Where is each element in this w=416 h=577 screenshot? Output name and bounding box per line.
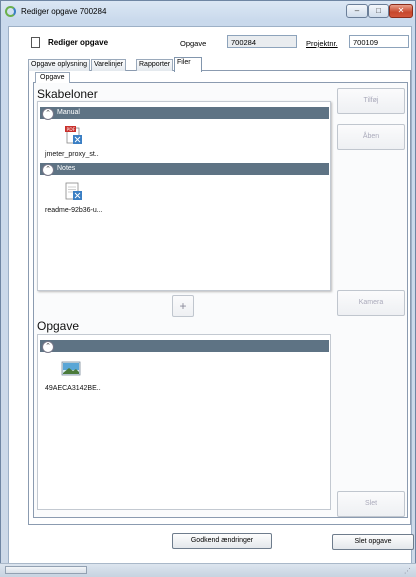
svg-text:PDF: PDF — [67, 127, 76, 133]
tab-rapporter[interactable]: Rapporter — [136, 59, 174, 71]
inner-tab-opgave[interactable]: Opgave — [35, 72, 70, 83]
skabeloner-title: Skabeloner — [37, 87, 98, 101]
chevron-up-icon[interactable]: ⌃ — [42, 341, 54, 353]
pdf-file-icon[interactable]: PDF — [62, 124, 84, 146]
tab-opgave-oplysning[interactable]: Opgave oplysning — [28, 59, 91, 71]
progress-bar — [5, 566, 87, 574]
maximize-button[interactable]: □ — [368, 4, 389, 18]
text-file-icon[interactable] — [62, 180, 84, 202]
delete-task-button[interactable]: Slet opgave — [332, 534, 414, 550]
chevron-up-icon[interactable]: ⌃ — [42, 164, 54, 176]
camera-button[interactable]: Kamera — [337, 290, 405, 316]
resize-grip-icon[interactable]: ⋰ — [404, 567, 411, 575]
open-button[interactable]: Åben — [337, 124, 405, 150]
document-icon — [31, 37, 40, 48]
tab-varelinjer[interactable]: Varelinjer — [91, 59, 127, 71]
group-header-manual[interactable]: Manual — [40, 107, 329, 119]
app-icon — [5, 6, 16, 17]
chevron-up-icon[interactable]: ⌃ — [42, 108, 54, 120]
group-header-opgave[interactable] — [40, 340, 329, 352]
plus-button[interactable]: + — [172, 295, 194, 317]
projektnr-link[interactable]: Projektnr. — [306, 39, 338, 48]
window-title: Rediger opgave 700284 — [21, 7, 107, 16]
approve-changes-button[interactable]: Godkend ændringer — [172, 533, 272, 549]
delete-button[interactable]: Slet — [337, 491, 405, 517]
minimize-button[interactable]: – — [346, 4, 368, 18]
form-title: Rediger opgave — [48, 38, 109, 47]
file-label[interactable]: jmeter_proxy_st.. — [45, 151, 99, 158]
file-label[interactable]: 49AECA3142BE.. — [45, 385, 101, 392]
tab-filer[interactable]: Filer — [174, 57, 202, 72]
group-header-notes[interactable]: Notes — [40, 163, 329, 175]
projektnr-field[interactable]: 700109 — [349, 35, 409, 48]
add-button[interactable]: Tilføj — [337, 88, 405, 114]
close-button[interactable]: ✕ — [389, 4, 413, 18]
opgave-files-title: Opgave — [37, 319, 80, 333]
opgave-field[interactable]: 700284 — [227, 35, 297, 48]
opgave-label: Opgave — [180, 39, 207, 48]
image-file-icon[interactable] — [60, 357, 82, 379]
file-label[interactable]: readme-92b36-u... — [45, 207, 103, 214]
